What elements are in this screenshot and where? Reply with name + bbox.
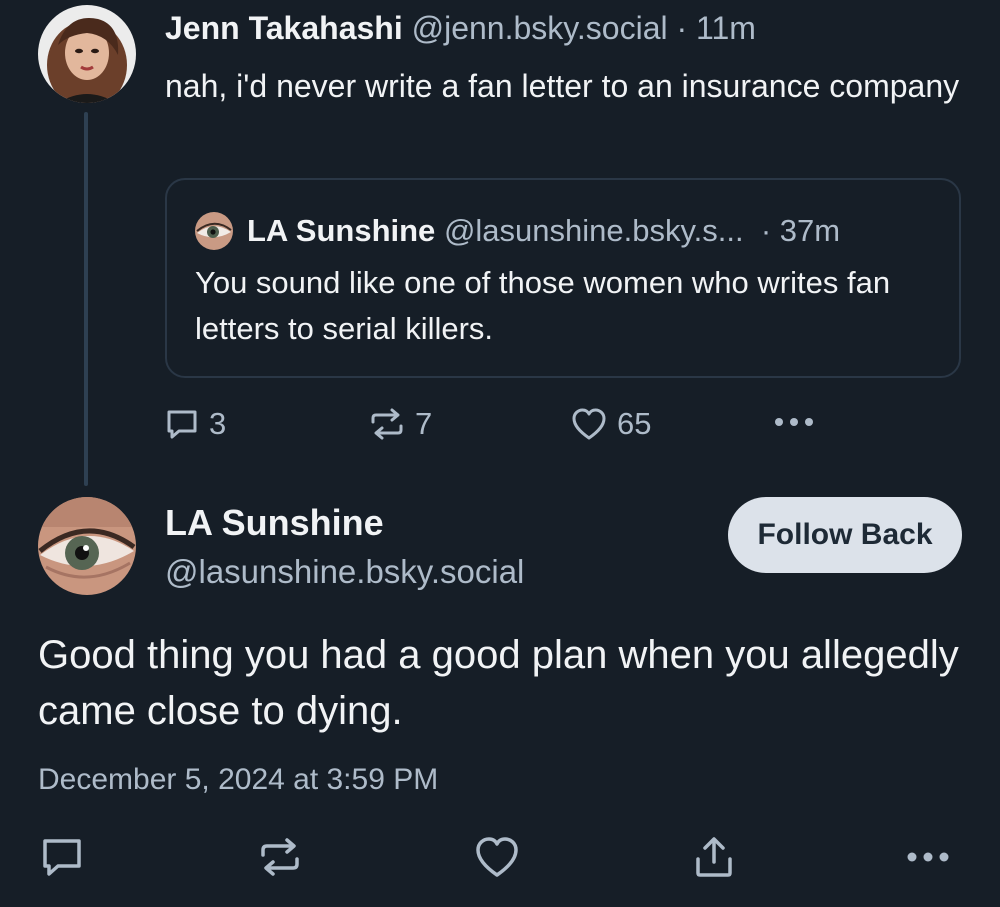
heart-icon bbox=[572, 408, 606, 440]
parent-more-button[interactable] bbox=[773, 410, 815, 434]
main-post-text: Good thing you had a good plan when you … bbox=[38, 633, 959, 733]
quoted-post-time[interactable]: · 37m bbox=[761, 213, 840, 249]
parent-post-time[interactable]: 11m bbox=[696, 10, 756, 46]
parent-repost-count: 7 bbox=[415, 406, 433, 441]
repost-icon bbox=[371, 408, 403, 440]
parent-post-header: Jenn Takahashi @jenn.bsky.social · 11m bbox=[165, 10, 756, 47]
parent-author-name[interactable]: Jenn Takahashi bbox=[165, 10, 403, 46]
parent-author-handle[interactable]: @jenn.bsky.social bbox=[412, 10, 668, 46]
more-dots-icon bbox=[907, 852, 949, 862]
parent-reply-count: 3 bbox=[209, 406, 227, 441]
heart-icon bbox=[476, 837, 518, 877]
main-more-button[interactable] bbox=[906, 845, 950, 874]
share-icon bbox=[696, 837, 732, 877]
parent-reply-button[interactable]: 3 bbox=[165, 406, 226, 442]
main-post-timestamp: December 5, 2024 at 3:59 PM bbox=[38, 763, 439, 796]
post-thread-view: Jenn Takahashi @jenn.bsky.social · 11m n… bbox=[0, 0, 1000, 907]
parent-author-avatar[interactable] bbox=[38, 5, 136, 103]
main-author-handle[interactable]: @lasunshine.bsky.social bbox=[165, 553, 524, 591]
parent-post-text: nah, i'd never write a fan letter to an … bbox=[165, 68, 960, 104]
main-reply-button[interactable] bbox=[40, 835, 84, 884]
profile-photo-woman-icon bbox=[38, 5, 136, 103]
quoted-post-card[interactable]: LA Sunshine @lasunshine.bsky.s... · 37m … bbox=[165, 178, 961, 378]
parent-repost-button[interactable]: 7 bbox=[369, 406, 432, 442]
quoted-author-name[interactable]: LA Sunshine bbox=[247, 213, 435, 249]
thread-connector-line bbox=[84, 112, 88, 486]
main-like-button[interactable] bbox=[474, 835, 520, 884]
quoted-post-header: LA Sunshine @lasunshine.bsky.s... · 37m bbox=[195, 212, 840, 250]
main-author-avatar[interactable] bbox=[38, 497, 136, 595]
reply-bubble-icon bbox=[43, 839, 81, 876]
main-share-button[interactable] bbox=[692, 835, 736, 884]
more-dots-icon bbox=[775, 418, 813, 426]
quoted-author-avatar bbox=[195, 212, 233, 250]
reply-bubble-icon bbox=[167, 410, 197, 439]
parent-separator: · bbox=[667, 10, 697, 46]
quoted-post-text: You sound like one of those women who wr… bbox=[195, 265, 891, 346]
main-repost-button[interactable] bbox=[258, 835, 302, 884]
parent-like-count: 65 bbox=[617, 406, 652, 441]
quoted-author-handle[interactable]: @lasunshine.bsky.s... bbox=[444, 213, 744, 249]
parent-like-button[interactable]: 65 bbox=[571, 406, 651, 442]
main-author-name[interactable]: LA Sunshine bbox=[165, 502, 384, 544]
profile-photo-eye-icon bbox=[38, 497, 136, 595]
profile-photo-eye-icon bbox=[195, 212, 233, 250]
follow-back-button[interactable]: Follow Back bbox=[728, 497, 962, 573]
repost-icon bbox=[261, 838, 299, 876]
